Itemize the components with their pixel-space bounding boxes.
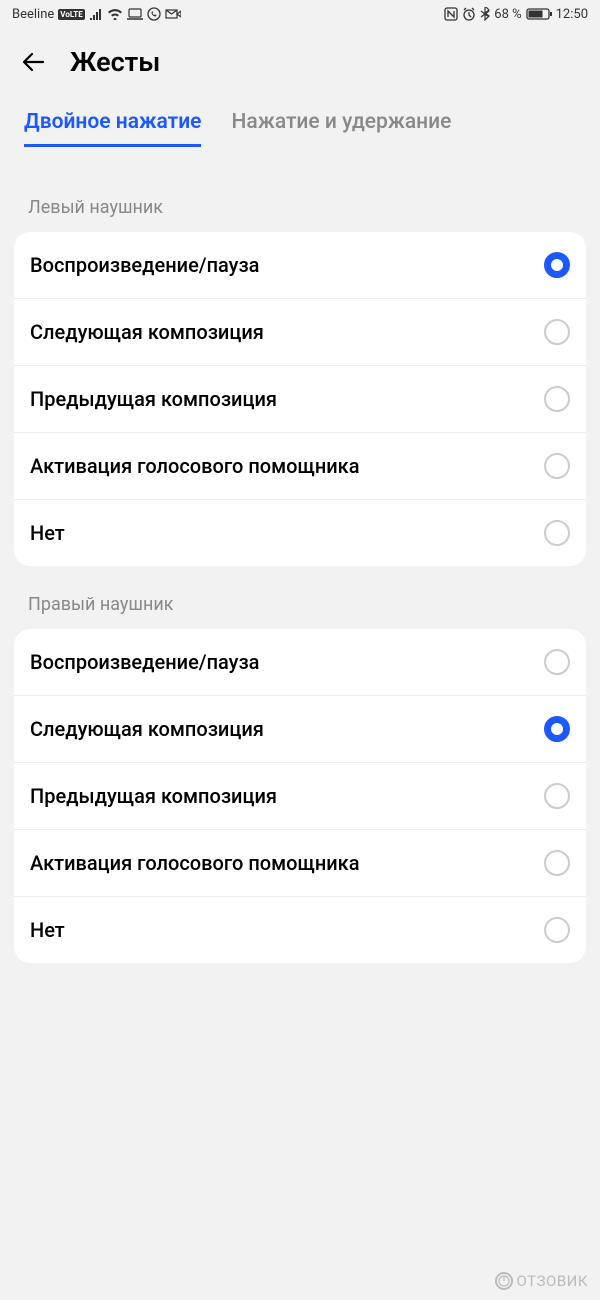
radio-selected-icon bbox=[544, 252, 570, 278]
option-row[interactable]: Нет bbox=[14, 897, 586, 963]
carrier-label: Beeline bbox=[12, 7, 54, 22]
option-label: Активация голосового помощника bbox=[30, 454, 360, 478]
option-label: Следующая композиция bbox=[30, 717, 264, 741]
laptop-icon bbox=[127, 8, 143, 20]
option-row[interactable]: Предыдущая композиция bbox=[14, 366, 586, 433]
nfc-icon bbox=[444, 7, 458, 21]
option-label: Следующая композиция bbox=[30, 320, 264, 344]
clock-time: 12:50 bbox=[556, 7, 588, 22]
radio-icon bbox=[544, 520, 570, 546]
wifi-icon bbox=[107, 8, 123, 20]
status-left: Beeline VoLTE bbox=[12, 7, 181, 22]
left-earbud-card: Воспроизведение/пауза Следующая композиц… bbox=[14, 232, 586, 566]
option-row[interactable]: Следующая композиция bbox=[14, 299, 586, 366]
signal-icon bbox=[89, 8, 103, 20]
whatsapp-icon bbox=[147, 7, 161, 21]
radio-icon bbox=[544, 649, 570, 675]
option-label: Нет bbox=[30, 918, 65, 942]
option-label: Активация голосового помощника bbox=[30, 851, 360, 875]
status-right: 68 % 12:50 bbox=[444, 7, 588, 22]
status-bar: Beeline VoLTE 68 % 12:50 bbox=[0, 0, 600, 28]
mail-icon bbox=[165, 8, 181, 20]
section-label-right: Правый наушник bbox=[0, 594, 600, 615]
option-label: Воспроизведение/пауза bbox=[30, 253, 259, 277]
radio-icon bbox=[544, 453, 570, 479]
radio-icon bbox=[544, 783, 570, 809]
page-title: Жесты bbox=[70, 46, 160, 78]
watermark-power-icon bbox=[495, 1272, 513, 1290]
tabs: Двойное нажатие Нажатие и удержание bbox=[0, 110, 600, 147]
back-button[interactable] bbox=[20, 48, 48, 76]
radio-icon bbox=[544, 319, 570, 345]
tab-double-tap[interactable]: Двойное нажатие bbox=[24, 110, 201, 147]
battery-percent: 68 % bbox=[494, 7, 521, 22]
option-row[interactable]: Активация голосового помощника bbox=[14, 433, 586, 500]
option-label: Предыдущая композиция bbox=[30, 784, 277, 808]
alarm-icon bbox=[462, 7, 476, 21]
watermark: ОТЗОВИК bbox=[495, 1272, 588, 1290]
watermark-text: ОТЗОВИК bbox=[517, 1272, 588, 1290]
radio-icon bbox=[544, 850, 570, 876]
volte-badge: VoLTE bbox=[58, 9, 84, 20]
option-row[interactable]: Следующая композиция bbox=[14, 696, 586, 763]
tab-press-hold[interactable]: Нажатие и удержание bbox=[231, 110, 451, 147]
header: Жесты bbox=[0, 28, 600, 90]
bluetooth-icon bbox=[480, 7, 490, 21]
radio-icon bbox=[544, 386, 570, 412]
option-label: Воспроизведение/пауза bbox=[30, 650, 259, 674]
option-label: Нет bbox=[30, 521, 65, 545]
right-earbud-card: Воспроизведение/пауза Следующая композиц… bbox=[14, 629, 586, 963]
option-row[interactable]: Воспроизведение/пауза bbox=[14, 629, 586, 696]
radio-icon bbox=[544, 917, 570, 943]
arrow-left-icon bbox=[21, 49, 47, 75]
option-row[interactable]: Предыдущая композиция bbox=[14, 763, 586, 830]
option-row[interactable]: Воспроизведение/пауза bbox=[14, 232, 586, 299]
option-row[interactable]: Нет bbox=[14, 500, 586, 566]
option-label: Предыдущая композиция bbox=[30, 387, 277, 411]
battery-icon bbox=[526, 7, 552, 21]
option-row[interactable]: Активация голосового помощника bbox=[14, 830, 586, 897]
radio-selected-icon bbox=[544, 716, 570, 742]
section-label-left: Левый наушник bbox=[0, 197, 600, 218]
